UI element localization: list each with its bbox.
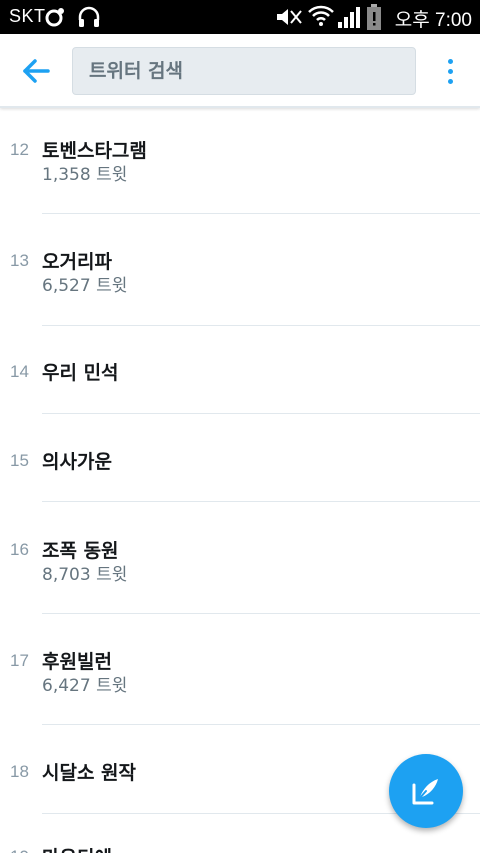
trend-tweet-count: 1,358 트윗 <box>42 165 128 185</box>
signal-icon <box>338 7 360 28</box>
divider <box>42 413 480 414</box>
trend-rank: 13 <box>10 251 29 270</box>
trend-rank: 14 <box>10 362 29 381</box>
trend-rank: 17 <box>10 651 29 670</box>
search-box[interactable] <box>72 47 416 95</box>
search-input[interactable] <box>73 48 415 94</box>
battery-icon <box>367 4 381 30</box>
trend-tweet-count: 6,527 트윗 <box>42 276 128 296</box>
trend-rank: 12 <box>10 140 29 159</box>
clock: 오후 7:00 <box>394 10 472 31</box>
trend-name: 토벤스타그램 <box>42 140 147 162</box>
mute-icon <box>277 9 302 25</box>
notification-icon <box>45 8 64 27</box>
wifi-icon <box>308 5 334 26</box>
divider <box>42 724 480 725</box>
trend-tweet-count: 8,703 트윗 <box>42 565 128 585</box>
search-header <box>0 34 480 108</box>
trend-name: 우리 민석 <box>42 362 119 384</box>
compose-tweet-button[interactable] <box>389 754 463 828</box>
more-vertical-icon <box>447 59 453 64</box>
divider <box>42 613 480 614</box>
trend-tweet-count: 6,427 트윗 <box>42 676 128 696</box>
back-button[interactable] <box>18 53 56 89</box>
trend-name: 후원빌런 <box>42 651 112 673</box>
carrier-label: SKT <box>9 6 46 26</box>
trend-name: 오거리파 <box>42 251 112 273</box>
trend-rank: 16 <box>10 540 29 559</box>
trend-name: 조폭 동원 <box>42 540 119 562</box>
compose-tweet-icon <box>412 779 438 805</box>
divider <box>42 325 480 326</box>
divider <box>42 213 480 214</box>
trend-name: 마우디에 <box>42 843 112 853</box>
more-options-button[interactable] <box>438 54 462 88</box>
trend-rank: 19 <box>10 847 29 853</box>
trend-name: 시달소 원작 <box>42 762 137 784</box>
trend-rank: 18 <box>10 762 29 781</box>
status-bar: SKT 오후 7:00 <box>0 0 480 34</box>
trend-rank: 15 <box>10 451 29 470</box>
arrow-left-icon <box>23 59 50 83</box>
trend-name: 의사가운 <box>42 451 112 473</box>
headset-icon <box>78 6 100 27</box>
divider <box>42 501 480 502</box>
